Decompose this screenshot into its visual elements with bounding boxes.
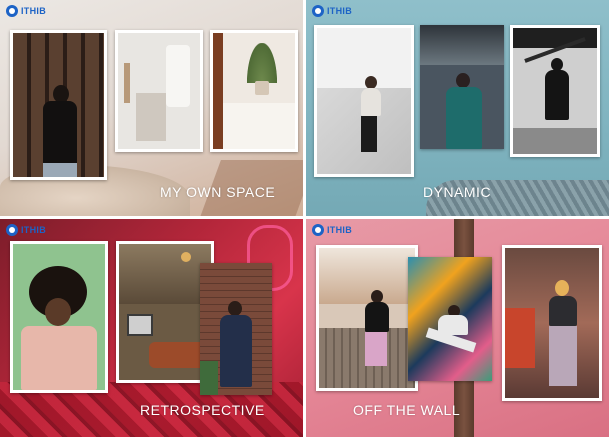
globe-icon: [312, 224, 324, 236]
brand-logo: ITHIB: [6, 5, 46, 17]
moodboard-panel-dynamic: ITHIB DYNAMIC: [306, 0, 609, 216]
brand-name: ITHIB: [21, 6, 46, 16]
photo-man-by-window: [10, 30, 107, 180]
globe-icon: [312, 5, 324, 17]
brand-name: ITHIB: [327, 6, 352, 16]
moodboard-panel-my-own-space: ITHIB MY OWN SPACE: [0, 0, 303, 216]
panel-caption: RETROSPECTIVE: [140, 402, 265, 418]
photo-woman-city-street: [502, 245, 602, 401]
panel-caption: MY OWN SPACE: [160, 184, 276, 200]
globe-icon: [6, 5, 18, 17]
photo-man-cobblestone-street: [316, 245, 418, 391]
panel-caption: OFF THE WALL: [353, 402, 461, 418]
globe-icon: [6, 224, 18, 236]
panel-caption: DYNAMIC: [423, 184, 492, 200]
photo-white-shirt-rack: [115, 30, 203, 152]
brand-name: ITHIB: [21, 225, 46, 235]
photo-man-parking-garage: [420, 25, 504, 149]
photo-man-under-bridge: [510, 25, 600, 157]
photo-man-on-stairs: [314, 25, 414, 177]
moodboard-panel-off-the-wall: ITHIB OFF THE WALL: [306, 219, 609, 437]
photo-afro-portrait: [10, 241, 108, 393]
tv-decor: [127, 314, 153, 336]
brand-logo: ITHIB: [6, 224, 46, 236]
brand-logo: ITHIB: [312, 5, 352, 17]
brand-logo: ITHIB: [312, 224, 352, 236]
photo-graffiti-wall: [408, 257, 492, 381]
photo-man-brick-alley: [200, 263, 272, 395]
photo-plant-desk: [210, 30, 298, 152]
brand-name: ITHIB: [327, 225, 352, 235]
moodboard-panel-retrospective: ITHIB RETROSPECTIVE: [0, 219, 303, 437]
